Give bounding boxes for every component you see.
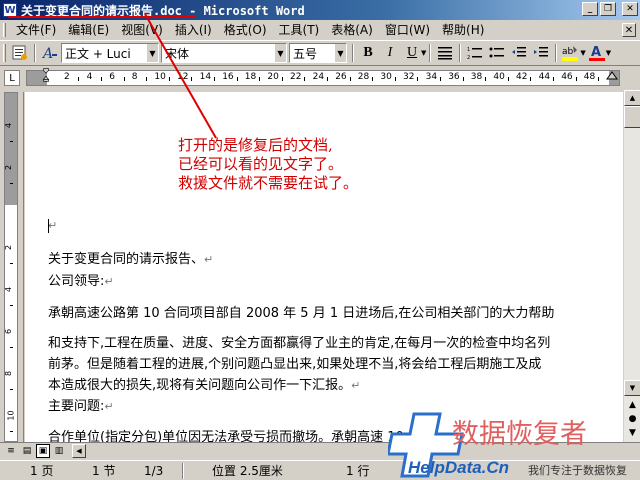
status-page: 1 页 — [30, 463, 54, 478]
status-position: 位置 2.5厘米 — [212, 463, 283, 478]
normal-view-icon[interactable]: ≡ — [4, 444, 18, 458]
scroll-thumb[interactable] — [624, 106, 640, 128]
print-view-icon[interactable]: ▣ — [36, 444, 50, 458]
web-view-icon[interactable]: ▤ — [20, 444, 34, 458]
status-section: 1 节 — [92, 463, 116, 478]
status-line: 1 行 — [346, 463, 370, 478]
next-page-icon[interactable]: ▼ — [625, 426, 640, 439]
outline-view-icon[interactable]: ▥ — [52, 444, 66, 458]
scroll-left-button[interactable]: ◀ — [72, 444, 86, 458]
select-browse-object-icon[interactable]: ● — [625, 412, 640, 425]
watermark-title: 数据恢复者 — [452, 419, 587, 450]
scroll-down-button[interactable]: ▼ — [624, 380, 640, 396]
status-page-of: 1/3 — [144, 463, 164, 478]
watermark-slogan: 我们专注于数据恢复 — [528, 462, 627, 478]
annotation-arrow — [8, 13, 217, 139]
vertical-scrollbar[interactable]: ▲ ▼ ▲ ● ▼ — [623, 90, 640, 442]
scroll-up-button[interactable]: ▲ — [624, 90, 640, 106]
watermark-site: HelpData.Cn — [408, 458, 510, 477]
previous-page-icon[interactable]: ▲ — [625, 398, 640, 411]
